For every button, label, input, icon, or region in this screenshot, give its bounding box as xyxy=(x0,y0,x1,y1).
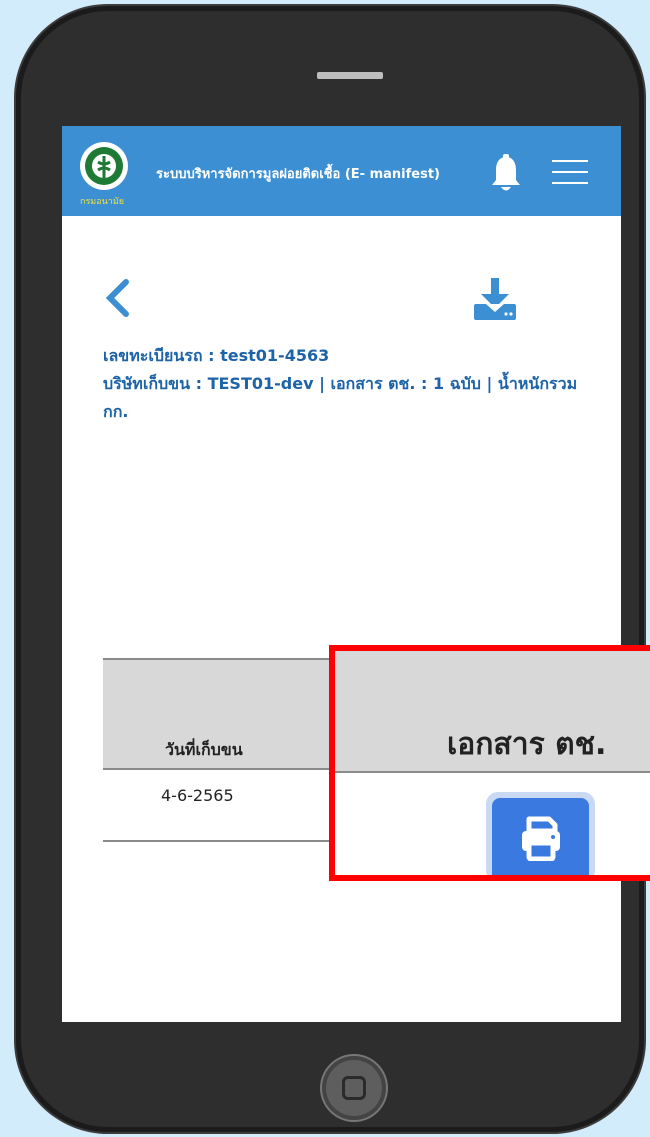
home-button[interactable] xyxy=(322,1056,386,1120)
column-header-document: เอกสาร ตช. xyxy=(335,651,650,773)
header-title: ระบบบริหารจัดการมูลฝอยติดเชื้อ (E- manif… xyxy=(156,167,440,182)
highlight-box: เอกสาร ตช. xyxy=(329,645,650,881)
plate-line: เลขทะเบียนรถ : test01-4563 xyxy=(103,346,330,365)
app-header: กรมอนามัย ระบบบริหารจัดการมูลฝอยติดเชื้อ… xyxy=(62,126,621,216)
shipment-info: เลขทะเบียนรถ : test01-4563 บริษัทเก็บขน … xyxy=(103,342,603,426)
column-header-document-label: เอกสาร ตช. xyxy=(447,727,607,762)
print-icon xyxy=(522,816,560,861)
company-line: บริษัทเก็บขน : TEST01-dev | เอกสาร ตช. :… xyxy=(103,374,578,421)
print-button[interactable] xyxy=(486,792,595,875)
logo-icon: กรมอนามัย xyxy=(76,142,134,207)
bell-icon[interactable] xyxy=(490,154,522,194)
logo-text: กรมอนามัย xyxy=(80,197,124,207)
phone-speaker xyxy=(317,72,383,79)
download-icon[interactable] xyxy=(472,276,518,322)
column-header-date: วันที่เก็บขน xyxy=(165,740,243,759)
menu-icon[interactable] xyxy=(552,159,588,185)
app-screen: กรมอนามัย ระบบบริหารจัดการมูลฝอยติดเชื้อ… xyxy=(62,126,621,1022)
back-icon[interactable] xyxy=(104,278,134,318)
cell-date: 4-6-2565 xyxy=(161,786,234,805)
